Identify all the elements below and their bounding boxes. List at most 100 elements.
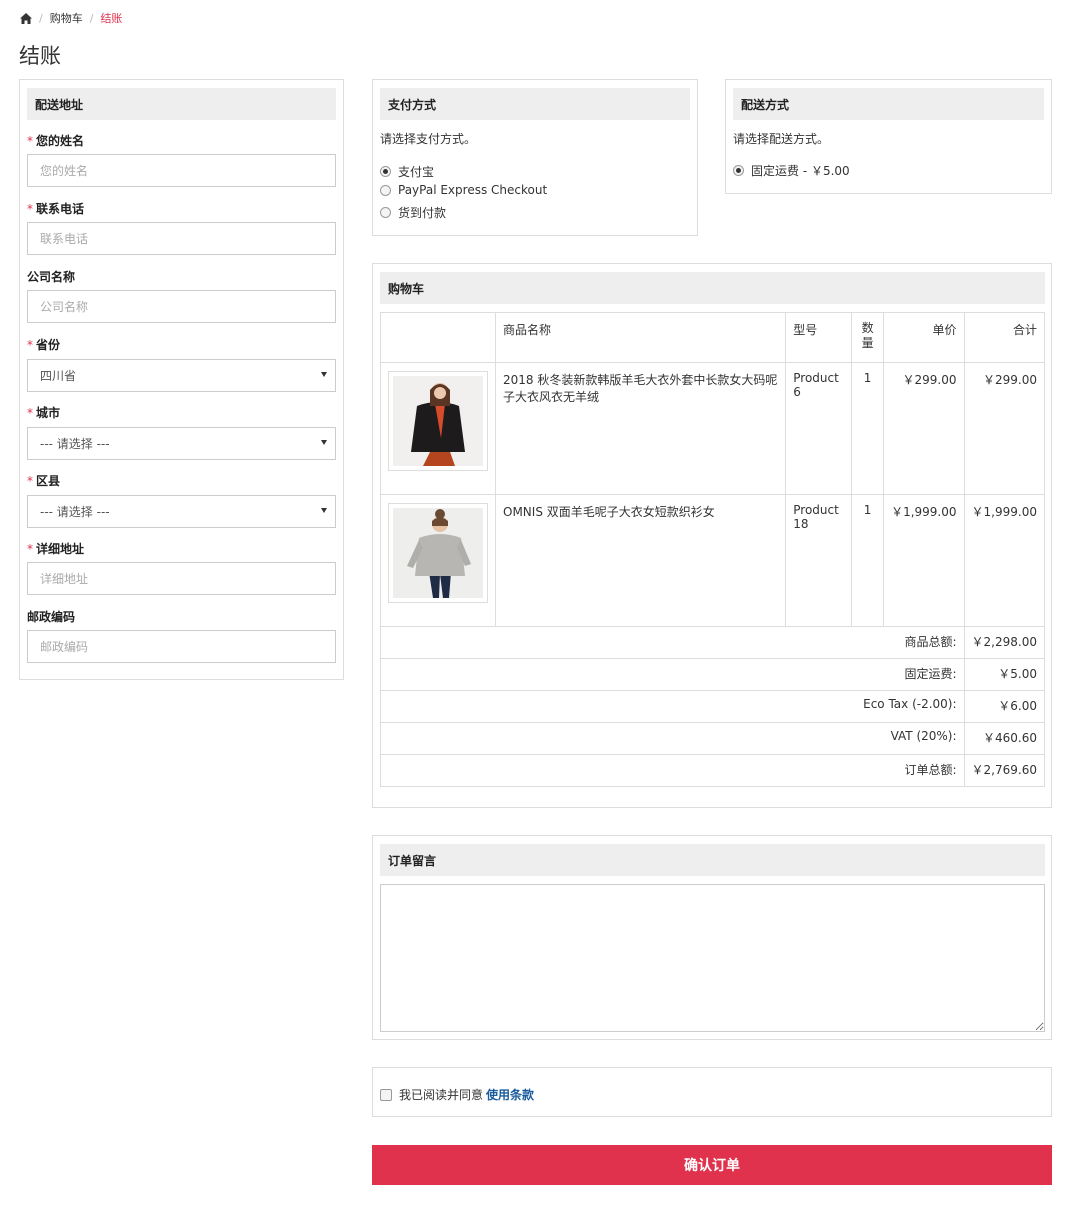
breadcrumb-item-checkout[interactable]: 结账 — [100, 10, 122, 26]
totals-label: VAT (20%): — [380, 722, 965, 755]
province-select-value: 四川省 — [40, 369, 77, 383]
product-image-cell — [380, 362, 496, 495]
product-thumbnail[interactable] — [388, 503, 488, 603]
table-row: 2018 秋冬装新款韩版羊毛大衣外套中长款女大码呢子大衣风衣无羊绒 Produc… — [380, 362, 1046, 495]
product-image-sweater — [393, 508, 483, 598]
postcode-input[interactable] — [27, 630, 336, 663]
column-header-unit-price: 单价 — [883, 312, 965, 363]
product-name[interactable]: 2018 秋冬装新款韩版羊毛大衣外套中长款女大码呢子大衣风衣无羊绒 — [494, 362, 787, 495]
panel-title: 支付方式 — [380, 88, 690, 120]
product-unit-price: ￥1,999.00 — [883, 494, 965, 627]
payment-method-panel: 支付方式 请选择支付方式。 支付宝 PayPal Express Checkou… — [372, 79, 698, 236]
city-label: * 城市 — [27, 406, 61, 420]
required-mark: * — [27, 134, 33, 148]
shipping-address-panel: 配送地址 *您的姓名 *联系电话 公司名称 *省份 四川省 *城市 --- 请选… — [19, 79, 344, 680]
totals-value: ￥460.60 — [963, 722, 1046, 755]
breadcrumb-item-cart[interactable]: 购物车 — [50, 10, 83, 26]
terms-panel: 我已阅读并同意 使用条款 — [372, 1067, 1052, 1117]
radio-selected[interactable] — [380, 166, 391, 177]
breadcrumb: / 购物车 / 结账 — [20, 10, 122, 26]
cart-panel: 购物车 商品名称 型号 数量 单价 合计 2018 秋冬装新款韩版羊毛大衣外套中… — [372, 263, 1052, 808]
shipping-method-panel: 配送方式 请选择配送方式。 固定运费 - ￥5.00 — [725, 79, 1052, 194]
radio-selected[interactable] — [733, 165, 744, 176]
totals-row: 商品总额: ￥2,298.00 — [380, 626, 1046, 659]
district-label: * 区县 — [27, 474, 61, 488]
chevron-down-icon — [321, 508, 327, 513]
address-label: * 详细地址 — [27, 542, 85, 556]
postcode-label: 邮政编码 — [27, 610, 76, 624]
confirm-order-button[interactable]: 确认订单 — [372, 1145, 1052, 1185]
address-input[interactable] — [27, 562, 336, 595]
home-icon[interactable] — [20, 12, 32, 24]
totals-label: 商品总额: — [380, 626, 965, 659]
totals-row: Eco Tax (-2.00): ￥6.00 — [380, 690, 1046, 723]
province-label: * 省份 — [27, 338, 61, 352]
totals-row: VAT (20%): ￥460.60 — [380, 722, 1046, 755]
column-header-total: 合计 — [963, 312, 1046, 363]
product-name[interactable]: OMNIS 双面羊毛呢子大衣女短款织衫女 — [494, 494, 787, 627]
page-title: 结账 — [19, 44, 61, 68]
totals-value: ￥2,298.00 — [963, 626, 1046, 659]
totals-row: 固定运费: ￥5.00 — [380, 658, 1046, 691]
payment-hint: 请选择支付方式。 — [380, 132, 477, 146]
payment-option-alipay[interactable]: 支付宝 — [380, 163, 434, 180]
terms-link[interactable]: 使用条款 — [486, 1086, 534, 1103]
panel-title: 配送方式 — [733, 88, 1044, 120]
radio-unselected[interactable] — [380, 207, 391, 218]
terms-text: 我已阅读并同意 — [399, 1088, 484, 1102]
cart-table: 商品名称 型号 数量 单价 合计 2018 秋冬装新款韩版羊毛大衣外套中长款女大… — [380, 312, 1046, 787]
district-select[interactable]: --- 请选择 --- — [27, 495, 336, 528]
phone-label: * 联系电话 — [27, 202, 85, 216]
column-header-qty: 数量 — [851, 312, 885, 363]
terms-checkbox[interactable] — [380, 1088, 392, 1101]
company-input[interactable] — [27, 290, 336, 323]
radio-unselected[interactable] — [380, 184, 391, 196]
product-image-cell — [380, 494, 496, 627]
shipping-option-flat[interactable]: 固定运费 - ￥5.00 — [733, 162, 850, 179]
district-select-value: --- 请选择 --- — [40, 505, 110, 519]
product-total: ￥1,999.00 — [963, 494, 1046, 627]
column-header-name: 商品名称 — [494, 312, 787, 363]
panel-title: 购物车 — [380, 272, 1045, 304]
totals-row: 订单总额: ￥2,769.60 — [380, 754, 1046, 787]
product-qty: 1 — [851, 362, 885, 495]
required-mark: * — [27, 406, 33, 420]
column-header-image — [380, 312, 496, 363]
panel-title: 订单留言 — [380, 844, 1045, 876]
required-mark: * — [27, 542, 33, 556]
required-mark: * — [27, 202, 33, 216]
city-select[interactable]: --- 请选择 --- — [27, 427, 336, 460]
order-comment-panel: 订单留言 — [372, 835, 1052, 1040]
totals-value: ￥5.00 — [963, 658, 1046, 691]
panel-title: 配送地址 — [27, 88, 336, 120]
name-label: * 您的姓名 — [27, 134, 85, 148]
phone-input[interactable] — [27, 222, 336, 255]
required-mark: * — [27, 474, 33, 488]
product-total: ￥299.00 — [963, 362, 1046, 495]
required-mark: * — [27, 338, 33, 352]
payment-option-paypal[interactable]: PayPal Express Checkout — [380, 183, 547, 197]
chevron-down-icon — [321, 440, 327, 445]
shipping-hint: 请选择配送方式。 — [733, 132, 830, 146]
column-header-model: 型号 — [785, 312, 853, 363]
totals-label: Eco Tax (-2.00): — [380, 690, 965, 723]
totals-value: ￥2,769.60 — [963, 754, 1046, 787]
totals-label: 订单总额: — [380, 754, 965, 787]
order-comment-textarea[interactable] — [380, 884, 1045, 1032]
chevron-down-icon — [321, 372, 327, 377]
product-image-coat — [393, 376, 483, 466]
name-input[interactable] — [27, 154, 336, 187]
product-thumbnail[interactable] — [388, 371, 488, 471]
breadcrumb-separator: / — [89, 11, 94, 25]
totals-value: ￥6.00 — [963, 690, 1046, 723]
product-unit-price: ￥299.00 — [883, 362, 965, 495]
product-model: Product 6 — [785, 362, 853, 495]
terms-agree[interactable]: 我已阅读并同意 使用条款 — [380, 1086, 534, 1103]
product-model: Product 18 — [785, 494, 853, 627]
province-select[interactable]: 四川省 — [27, 359, 336, 392]
table-row: OMNIS 双面羊毛呢子大衣女短款织衫女 Product 18 1 ￥1,999… — [380, 494, 1046, 627]
breadcrumb-separator: / — [39, 11, 43, 25]
payment-option-cod[interactable]: 货到付款 — [380, 204, 446, 221]
totals-label: 固定运费: — [380, 658, 965, 691]
company-label: 公司名称 — [27, 270, 76, 284]
